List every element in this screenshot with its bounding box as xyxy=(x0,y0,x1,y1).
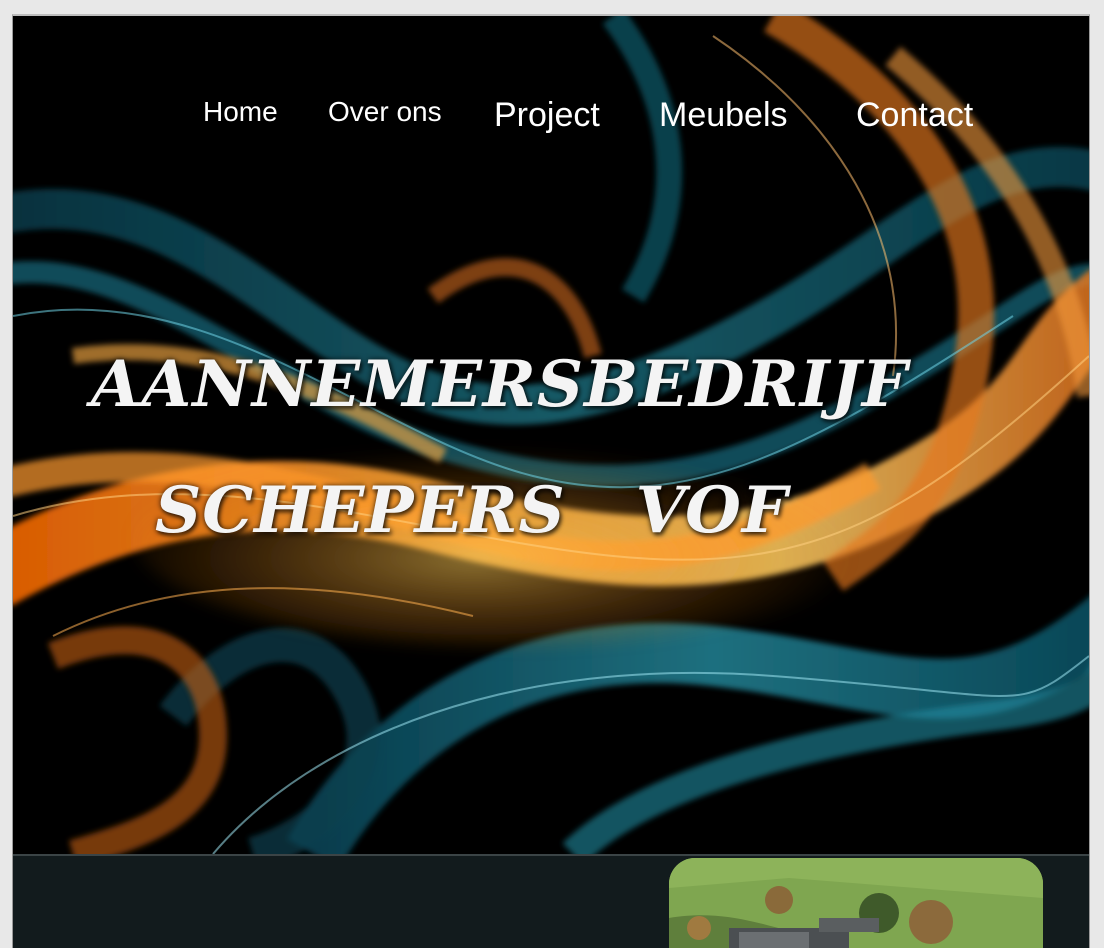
hero-banner: Home Over ons Project Meubels Contact AA… xyxy=(13,16,1089,854)
hero-title-line-2: SCHEPERS VOF xyxy=(155,472,789,548)
nav-item-over-ons[interactable]: Over ons xyxy=(328,96,442,128)
aerial-photo xyxy=(669,858,1043,948)
browser-viewport: Home Over ons Project Meubels Contact AA… xyxy=(12,14,1090,948)
main-navigation: Home Over ons Project Meubels Contact xyxy=(13,86,1089,146)
hero-title-line-1: AANNEMERSBEDRIJF xyxy=(91,346,909,422)
nav-item-contact[interactable]: Contact xyxy=(856,96,973,135)
nav-item-project[interactable]: Project xyxy=(494,96,600,135)
nav-item-home[interactable]: Home xyxy=(203,96,278,128)
intro-section xyxy=(13,854,1089,948)
nav-item-meubels[interactable]: Meubels xyxy=(659,96,788,135)
